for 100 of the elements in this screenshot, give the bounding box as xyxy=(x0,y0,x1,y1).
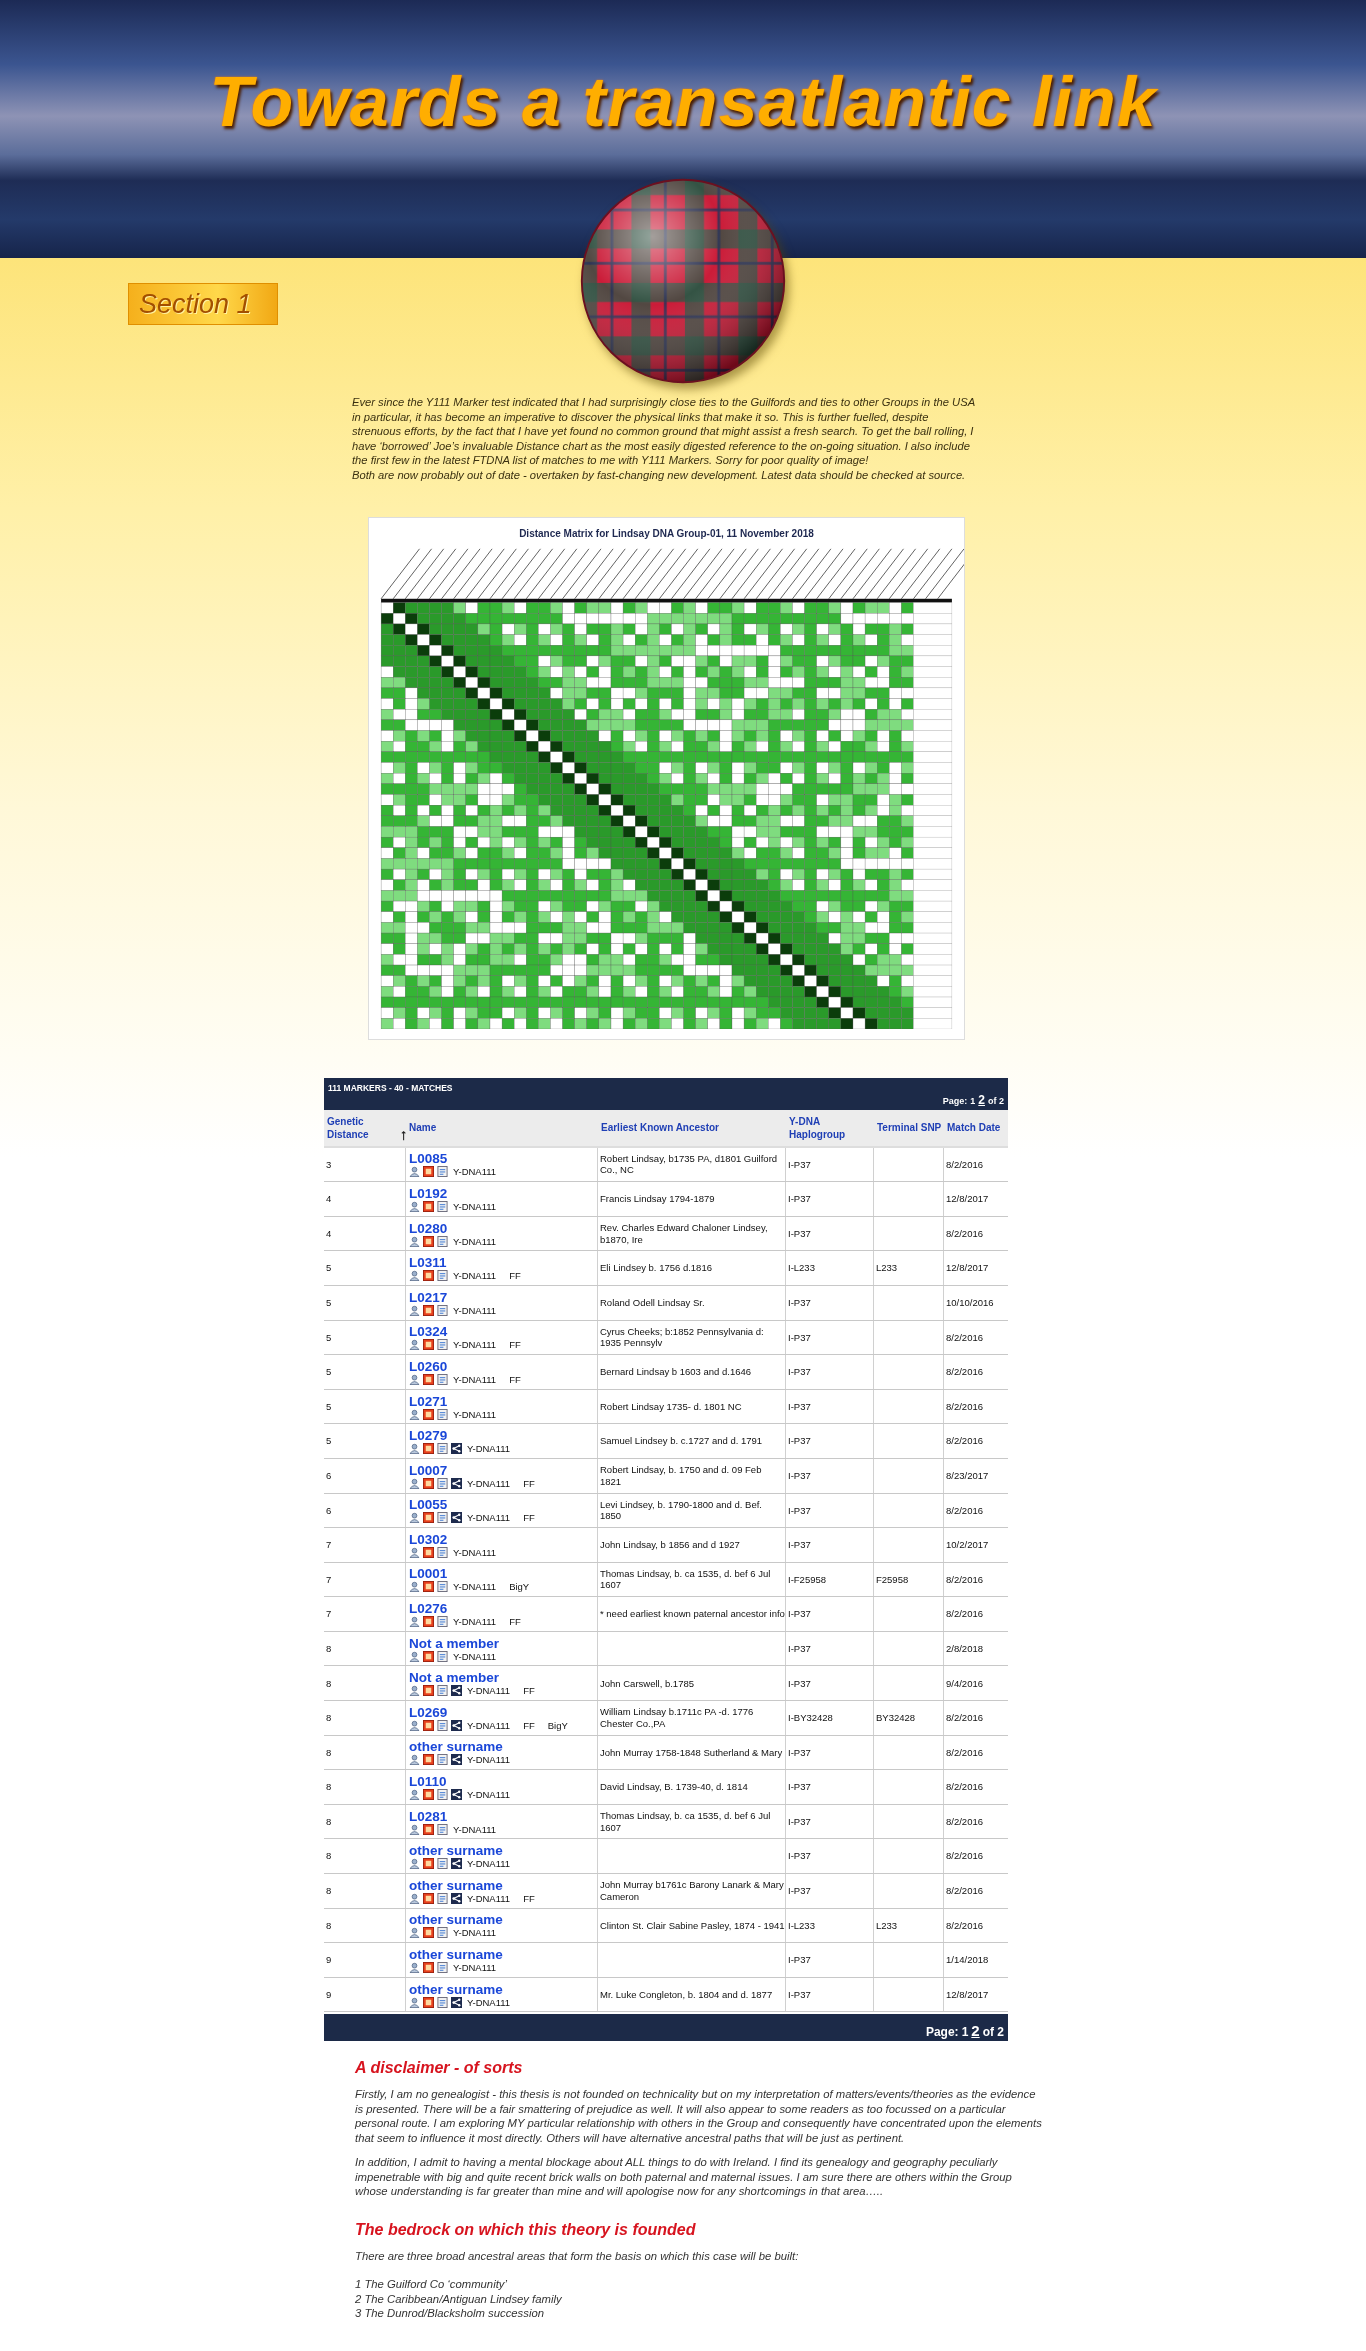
share-icon[interactable] xyxy=(451,1685,462,1697)
match-name-link[interactable]: other surname xyxy=(409,1912,503,1928)
report-icon[interactable] xyxy=(423,1235,434,1247)
report-icon[interactable] xyxy=(423,1477,434,1489)
match-name-link[interactable]: other surname xyxy=(409,1947,503,1962)
share-icon[interactable] xyxy=(451,1512,462,1524)
person-icon[interactable] xyxy=(409,1270,420,1282)
document-icon[interactable] xyxy=(437,1858,448,1870)
document-icon[interactable] xyxy=(437,1546,448,1558)
report-icon[interactable] xyxy=(423,1996,434,2008)
share-icon[interactable] xyxy=(451,1443,462,1455)
match-name-link[interactable]: other surname xyxy=(409,1877,503,1893)
document-icon[interactable] xyxy=(437,1373,448,1385)
share-icon[interactable] xyxy=(451,1754,462,1766)
document-icon[interactable] xyxy=(437,1581,448,1593)
document-icon[interactable] xyxy=(437,1339,448,1351)
report-icon[interactable] xyxy=(423,1200,434,1212)
document-icon[interactable] xyxy=(437,1408,448,1420)
person-icon[interactable] xyxy=(409,1962,420,1973)
person-icon[interactable] xyxy=(409,1166,420,1178)
person-icon[interactable] xyxy=(409,1304,420,1316)
column-header[interactable]: Match Date xyxy=(947,1121,1001,1135)
page-link[interactable]: 2 xyxy=(971,2022,980,2040)
match-name-link[interactable]: L0085 xyxy=(409,1151,448,1167)
report-icon[interactable] xyxy=(423,1166,434,1178)
report-icon[interactable] xyxy=(423,1270,434,1282)
document-icon[interactable] xyxy=(437,1443,448,1455)
person-icon[interactable] xyxy=(409,1477,420,1489)
match-name-link[interactable]: Not a member xyxy=(409,1635,500,1651)
match-name-link[interactable]: L0260 xyxy=(409,1358,448,1374)
match-name-link[interactable]: L0311 xyxy=(409,1255,447,1271)
match-name-link[interactable]: L0110 xyxy=(409,1774,447,1790)
match-name-link[interactable]: L0271 xyxy=(409,1393,448,1409)
document-icon[interactable] xyxy=(437,1685,448,1697)
share-icon[interactable] xyxy=(451,1996,462,2008)
document-icon[interactable] xyxy=(437,1823,448,1835)
document-icon[interactable] xyxy=(437,1166,448,1178)
report-icon[interactable] xyxy=(423,1546,434,1558)
document-icon[interactable] xyxy=(437,1892,448,1904)
share-icon[interactable] xyxy=(451,1477,462,1489)
match-name-link[interactable]: L0276 xyxy=(409,1601,448,1617)
page-link[interactable]: 1 xyxy=(970,1095,976,1106)
match-name-link[interactable]: other surname xyxy=(409,1843,503,1859)
document-icon[interactable] xyxy=(437,1650,448,1662)
person-icon[interactable] xyxy=(409,1927,420,1939)
page-link[interactable]: 1 xyxy=(961,2025,969,2040)
share-icon[interactable] xyxy=(451,1719,462,1731)
report-icon[interactable] xyxy=(423,1408,434,1420)
person-icon[interactable] xyxy=(409,1892,420,1904)
document-icon[interactable] xyxy=(437,1719,448,1731)
report-icon[interactable] xyxy=(423,1512,434,1524)
column-header[interactable]: Y-DNA Haplogroup xyxy=(789,1114,874,1141)
person-icon[interactable] xyxy=(409,1512,420,1524)
document-icon[interactable] xyxy=(437,1789,448,1801)
column-header[interactable]: Terminal SNP xyxy=(877,1121,942,1135)
share-icon[interactable] xyxy=(451,1892,462,1904)
match-name-link[interactable]: Not a member xyxy=(409,1670,500,1686)
document-icon[interactable] xyxy=(437,1962,448,1973)
page-link[interactable]: 2 xyxy=(978,1092,985,1107)
document-icon[interactable] xyxy=(437,1996,448,2008)
report-icon[interactable] xyxy=(423,1719,434,1731)
document-icon[interactable] xyxy=(437,1512,448,1524)
report-icon[interactable] xyxy=(423,1685,434,1697)
report-icon[interactable] xyxy=(423,1789,434,1801)
person-icon[interactable] xyxy=(409,1616,420,1628)
match-name-link[interactable]: other surname xyxy=(409,1739,503,1755)
share-icon[interactable] xyxy=(451,1858,462,1870)
match-name-link[interactable]: L0281 xyxy=(409,1808,448,1824)
match-name-link[interactable]: L0280 xyxy=(409,1220,448,1236)
person-icon[interactable] xyxy=(409,1339,420,1351)
match-name-link[interactable]: L0007 xyxy=(409,1462,448,1478)
match-name-link[interactable]: L0302 xyxy=(409,1531,448,1547)
person-icon[interactable] xyxy=(409,1823,420,1835)
match-name-link[interactable]: L0324 xyxy=(409,1324,448,1340)
report-icon[interactable] xyxy=(423,1581,434,1593)
report-icon[interactable] xyxy=(423,1304,434,1316)
report-icon[interactable] xyxy=(423,1373,434,1385)
person-icon[interactable] xyxy=(409,1858,420,1870)
match-name-link[interactable]: L0217 xyxy=(409,1289,448,1305)
report-icon[interactable] xyxy=(423,1616,434,1628)
report-icon[interactable] xyxy=(423,1823,434,1835)
document-icon[interactable] xyxy=(437,1477,448,1489)
match-name-link[interactable]: L0001 xyxy=(409,1566,448,1582)
match-name-link[interactable]: L0269 xyxy=(409,1704,448,1720)
person-icon[interactable] xyxy=(409,1443,420,1455)
report-icon[interactable] xyxy=(423,1927,434,1939)
person-icon[interactable] xyxy=(409,1650,420,1662)
column-header[interactable]: Name xyxy=(409,1121,437,1135)
report-icon[interactable] xyxy=(423,1962,434,1973)
match-name-link[interactable]: L0055 xyxy=(409,1497,448,1513)
report-icon[interactable] xyxy=(423,1443,434,1455)
person-icon[interactable] xyxy=(409,1581,420,1593)
person-icon[interactable] xyxy=(409,1408,420,1420)
person-icon[interactable] xyxy=(409,1754,420,1766)
report-icon[interactable] xyxy=(423,1339,434,1351)
document-icon[interactable] xyxy=(437,1270,448,1282)
person-icon[interactable] xyxy=(409,1719,420,1731)
person-icon[interactable] xyxy=(409,1373,420,1385)
match-name-link[interactable]: L0192 xyxy=(409,1185,448,1201)
person-icon[interactable] xyxy=(409,1546,420,1558)
